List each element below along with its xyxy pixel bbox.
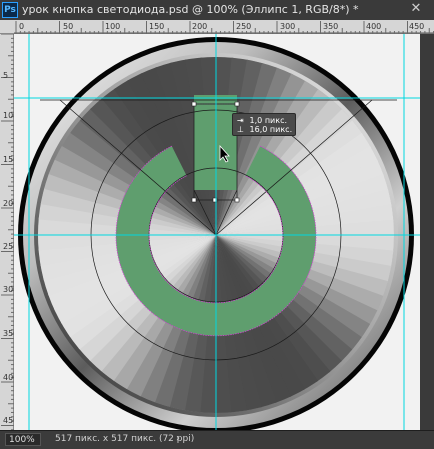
ruler-v-label: 450 (3, 416, 14, 425)
status-menu-arrow-icon[interactable]: › (176, 433, 180, 444)
tooltip-width-value: 1,0 пикс. (249, 116, 288, 125)
close-icon[interactable]: ✕ (408, 1, 424, 17)
ruler-v-label: 100 (3, 111, 14, 120)
horizontal-ruler[interactable]: 0 50 100 150 200 250 300 350 400 450 (0, 20, 434, 34)
ruler-h-label: 400 (366, 22, 381, 31)
ruler-h-label: 150 (149, 22, 164, 31)
ruler-v-label: 200 (3, 199, 14, 208)
dimension-tooltip: ⇥ 1,0 пикс. ⊥ 16,0 пикс. (232, 113, 296, 136)
document-title: урок кнопка светодиода.psd @ 100% (Эллип… (22, 3, 359, 16)
document-size-info: 517 пикс. x 517 пикс. (72 ppi) (55, 434, 195, 444)
ruler-h-label: 0 (19, 22, 24, 31)
document-tab[interactable]: Ps урок кнопка светодиода.psd @ 100% (Эл… (0, 0, 434, 21)
ruler-h-label: 450 (409, 22, 424, 31)
ruler-h-label: 300 (280, 22, 295, 31)
tooltip-row-width: ⇥ 1,0 пикс. (237, 116, 287, 125)
vertical-scrollbar[interactable] (420, 34, 434, 430)
ruler-h-label: 350 (323, 22, 338, 31)
zoom-field[interactable]: 100% (5, 433, 41, 446)
tooltip-row-height: ⊥ 16,0 пикс. (237, 125, 292, 134)
ruler-h-label: 50 (63, 22, 73, 31)
ruler-h-label: 200 (192, 22, 207, 31)
ruler-h-label: 100 (105, 22, 120, 31)
tooltip-height-value: 16,0 пикс. (249, 125, 293, 134)
ps-logo-icon: Ps (2, 2, 18, 18)
status-bar: 100% 517 пикс. x 517 пикс. (72 ppi) › (0, 430, 434, 449)
width-arrow-icon: ⇥ (237, 116, 244, 125)
ruler-v-label: 400 (3, 373, 14, 382)
ruler-v-label: 350 (3, 329, 14, 338)
ruler-h-label: 250 (236, 22, 251, 31)
vertical-ruler[interactable]: 5 100 150 200 250 300 350 400 450 (0, 34, 14, 430)
ruler-v-label: 300 (3, 285, 14, 294)
height-arrow-icon: ⊥ (237, 125, 244, 134)
ruler-v-label: 250 (3, 242, 14, 251)
document-canvas[interactable] (14, 34, 420, 430)
ruler-v-label: 5 (3, 71, 8, 80)
ruler-v-label: 150 (3, 155, 14, 164)
